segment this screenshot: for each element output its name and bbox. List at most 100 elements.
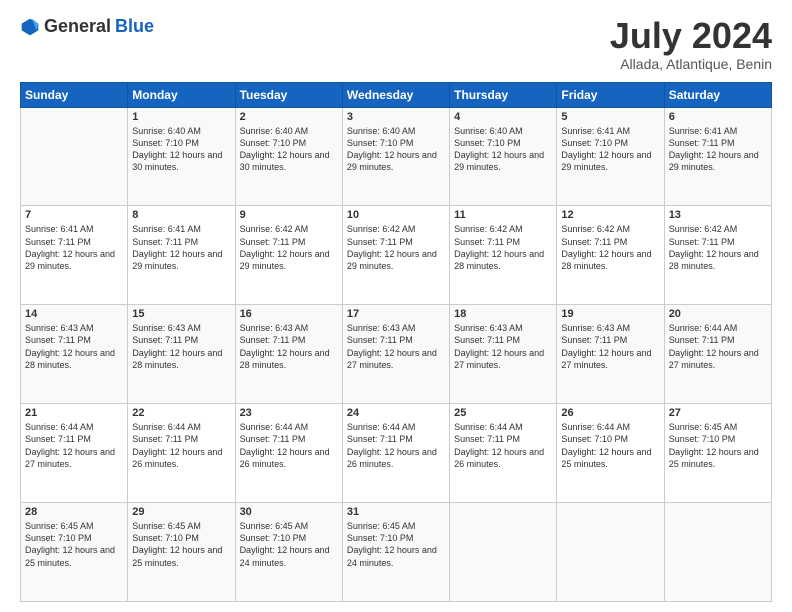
header-right: July 2024 Allada, Atlantique, Benin [610, 16, 772, 72]
day-number: 17 [347, 308, 445, 320]
day-number: 30 [240, 506, 338, 518]
day-number: 1 [132, 111, 230, 123]
calendar-cell: 10 Sunrise: 6:42 AMSunset: 7:11 PMDayligh… [342, 206, 449, 305]
day-info: Sunrise: 6:41 AMSunset: 7:11 PMDaylight:… [669, 125, 767, 174]
day-number: 15 [132, 308, 230, 320]
logo-icon [20, 17, 40, 37]
day-number: 27 [669, 407, 767, 419]
day-number: 26 [561, 407, 659, 419]
day-number: 31 [347, 506, 445, 518]
day-info: Sunrise: 6:45 AMSunset: 7:10 PMDaylight:… [132, 520, 230, 569]
header: GeneralBlue July 2024 Allada, Atlantique… [20, 16, 772, 72]
day-info: Sunrise: 6:44 AMSunset: 7:11 PMDaylight:… [240, 421, 338, 470]
calendar-cell: 19 Sunrise: 6:43 AMSunset: 7:11 PMDayligh… [557, 305, 664, 404]
weekday-header-wednesday: Wednesday [342, 82, 449, 107]
day-info: Sunrise: 6:40 AMSunset: 7:10 PMDaylight:… [240, 125, 338, 174]
calendar-cell: 16 Sunrise: 6:43 AMSunset: 7:11 PMDayligh… [235, 305, 342, 404]
day-number: 16 [240, 308, 338, 320]
calendar-week-row: 28Sunrise: 6:45 AMSunset: 7:10 PMDayligh… [21, 503, 772, 602]
weekday-header-row: SundayMondayTuesdayWednesdayThursdayFrid… [21, 82, 772, 107]
calendar-cell [21, 107, 128, 206]
day-info: Sunrise: 6:42 AMSunset: 7:11 PMDaylight:… [240, 223, 338, 272]
calendar-cell: 21Sunrise: 6:44 AMSunset: 7:11 PMDayligh… [21, 404, 128, 503]
calendar-cell: 18Sunrise: 6:43 AMSunset: 7:11 PMDayligh… [450, 305, 557, 404]
calendar-cell: 2 Sunrise: 6:40 AMSunset: 7:10 PMDaylight… [235, 107, 342, 206]
calendar-cell: 6 Sunrise: 6:41 AMSunset: 7:11 PMDaylight… [664, 107, 771, 206]
calendar-cell: 15Sunrise: 6:43 AMSunset: 7:11 PMDayligh… [128, 305, 235, 404]
day-info: Sunrise: 6:42 AMSunset: 7:11 PMDaylight:… [454, 223, 552, 272]
day-number: 11 [454, 209, 552, 221]
calendar-cell: 30 Sunrise: 6:45 AMSunset: 7:10 PMDayligh… [235, 503, 342, 602]
day-info: Sunrise: 6:41 AMSunset: 7:11 PMDaylight:… [25, 223, 123, 272]
day-number: 19 [561, 308, 659, 320]
day-info: Sunrise: 6:42 AMSunset: 7:11 PMDaylight:… [347, 223, 445, 272]
day-number: 6 [669, 111, 767, 123]
month-title: July 2024 [610, 16, 772, 56]
calendar-cell: 24Sunrise: 6:44 AMSunset: 7:11 PMDayligh… [342, 404, 449, 503]
day-number: 18 [454, 308, 552, 320]
day-info: Sunrise: 6:43 AMSunset: 7:11 PMDaylight:… [561, 322, 659, 371]
day-number: 7 [25, 209, 123, 221]
day-number: 14 [25, 308, 123, 320]
weekday-header-sunday: Sunday [21, 82, 128, 107]
weekday-header-tuesday: Tuesday [235, 82, 342, 107]
calendar-cell: 5Sunrise: 6:41 AMSunset: 7:10 PMDaylight… [557, 107, 664, 206]
calendar-cell: 11 Sunrise: 6:42 AMSunset: 7:11 PMDayligh… [450, 206, 557, 305]
day-info: Sunrise: 6:41 AMSunset: 7:11 PMDaylight:… [132, 223, 230, 272]
calendar-cell: 8 Sunrise: 6:41 AMSunset: 7:11 PMDaylight… [128, 206, 235, 305]
day-info: Sunrise: 6:45 AMSunset: 7:10 PMDaylight:… [25, 520, 123, 569]
page: GeneralBlue July 2024 Allada, Atlantique… [0, 0, 792, 612]
calendar-cell: 31 Sunrise: 6:45 AMSunset: 7:10 PMDayligh… [342, 503, 449, 602]
calendar-cell [557, 503, 664, 602]
calendar-cell: 26 Sunrise: 6:44 AMSunset: 7:10 PMDayligh… [557, 404, 664, 503]
calendar-week-row: 21Sunrise: 6:44 AMSunset: 7:11 PMDayligh… [21, 404, 772, 503]
calendar-cell: 28Sunrise: 6:45 AMSunset: 7:10 PMDayligh… [21, 503, 128, 602]
day-number: 5 [561, 111, 659, 123]
calendar-cell [664, 503, 771, 602]
day-number: 25 [454, 407, 552, 419]
calendar-cell: 20 Sunrise: 6:44 AMSunset: 7:11 PMDayligh… [664, 305, 771, 404]
weekday-header-thursday: Thursday [450, 82, 557, 107]
day-info: Sunrise: 6:45 AMSunset: 7:10 PMDaylight:… [240, 520, 338, 569]
day-info: Sunrise: 6:40 AMSunset: 7:10 PMDaylight:… [347, 125, 445, 174]
day-number: 2 [240, 111, 338, 123]
calendar-cell: 25Sunrise: 6:44 AMSunset: 7:11 PMDayligh… [450, 404, 557, 503]
weekday-header-saturday: Saturday [664, 82, 771, 107]
calendar-table: SundayMondayTuesdayWednesdayThursdayFrid… [20, 82, 772, 602]
day-number: 20 [669, 308, 767, 320]
calendar-cell: 12 Sunrise: 6:42 AMSunset: 7:11 PMDayligh… [557, 206, 664, 305]
day-info: Sunrise: 6:45 AMSunset: 7:10 PMDaylight:… [669, 421, 767, 470]
day-number: 4 [454, 111, 552, 123]
calendar-cell: 17 Sunrise: 6:43 AMSunset: 7:11 PMDayligh… [342, 305, 449, 404]
calendar-cell: 23Sunrise: 6:44 AMSunset: 7:11 PMDayligh… [235, 404, 342, 503]
day-info: Sunrise: 6:43 AMSunset: 7:11 PMDaylight:… [25, 322, 123, 371]
day-number: 29 [132, 506, 230, 518]
day-info: Sunrise: 6:43 AMSunset: 7:11 PMDaylight:… [240, 322, 338, 371]
calendar-week-row: 14 Sunrise: 6:43 AMSunset: 7:11 PMDayligh… [21, 305, 772, 404]
day-info: Sunrise: 6:44 AMSunset: 7:11 PMDaylight:… [669, 322, 767, 371]
calendar-cell: 1Sunrise: 6:40 AMSunset: 7:10 PMDaylight… [128, 107, 235, 206]
day-info: Sunrise: 6:42 AMSunset: 7:11 PMDaylight:… [561, 223, 659, 272]
calendar-cell: 22 Sunrise: 6:44 AMSunset: 7:11 PMDayligh… [128, 404, 235, 503]
calendar-cell: 9 Sunrise: 6:42 AMSunset: 7:11 PMDaylight… [235, 206, 342, 305]
calendar-week-row: 1 Sunrise: 6:40 AMSunset: 7:10 PMDaylight… [21, 107, 772, 206]
day-number: 13 [669, 209, 767, 221]
logo: GeneralBlue [20, 16, 154, 37]
day-info: Sunrise: 6:43 AMSunset: 7:11 PMDaylight:… [347, 322, 445, 371]
day-number: 22 [132, 407, 230, 419]
calendar-cell: 4Sunrise: 6:40 AMSunset: 7:10 PMDaylight… [450, 107, 557, 206]
day-info: Sunrise: 6:44 AMSunset: 7:11 PMDaylight:… [25, 421, 123, 470]
day-info: Sunrise: 6:44 AMSunset: 7:10 PMDaylight:… [561, 421, 659, 470]
day-info: Sunrise: 6:45 AMSunset: 7:10 PMDaylight:… [347, 520, 445, 569]
day-number: 3 [347, 111, 445, 123]
weekday-header-monday: Monday [128, 82, 235, 107]
day-number: 9 [240, 209, 338, 221]
logo-general-text: General [44, 16, 111, 37]
logo-blue-text: Blue [115, 16, 154, 37]
calendar-cell: 14 Sunrise: 6:43 AMSunset: 7:11 PMDayligh… [21, 305, 128, 404]
calendar-cell [450, 503, 557, 602]
day-number: 10 [347, 209, 445, 221]
day-number: 8 [132, 209, 230, 221]
day-number: 12 [561, 209, 659, 221]
day-info: Sunrise: 6:44 AMSunset: 7:11 PMDaylight:… [132, 421, 230, 470]
